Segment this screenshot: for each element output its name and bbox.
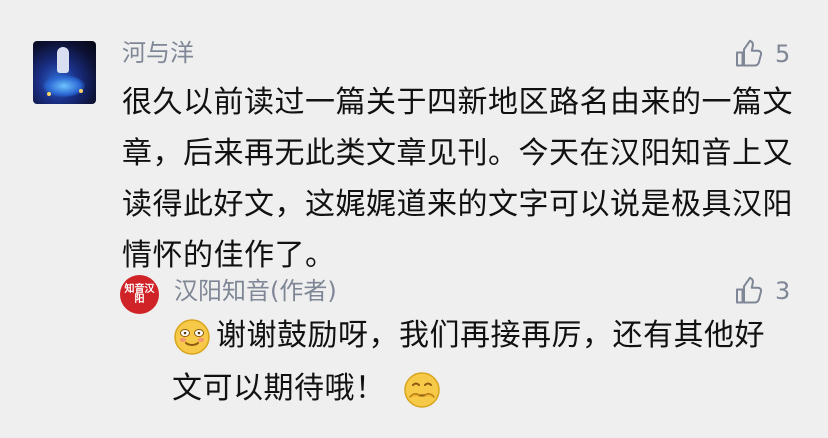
hugging-emoji-icon [402,370,442,410]
thumbs-up-icon [733,39,765,69]
reply-like-button[interactable]: 3 [733,276,790,306]
reply-text-block: 谢谢鼓励呀，我们再接再厉，还有其他好文可以期待哦！ [172,309,782,415]
author-logo-avatar[interactable]: 知音汉阳 [120,275,159,314]
comment-text: 很久以前读过一篇关于四新地区路名由来的一篇文章，后来再无此类文章见刊。今天在汉阳… [122,85,793,273]
like-count: 5 [775,40,791,68]
thumbs-up-icon [733,276,765,306]
avatar-spark [47,92,51,96]
reply-author-name[interactable]: 汉阳知音(作者) [174,276,337,306]
comment-author-name[interactable]: 河与洋 [122,38,194,68]
avatar-spark [79,89,83,93]
like-button[interactable]: 5 [733,39,790,69]
avatar[interactable] [33,41,96,104]
blush-emoji-icon [172,317,212,357]
reply-text: 谢谢鼓励呀，我们再接再厉，还有其他好文可以期待哦！ [172,318,765,406]
logo-text: 知音汉阳 [124,283,155,305]
avatar-figure [57,47,69,73]
comment-thread: 河与洋 5 很久以前读过一篇关于四新地区路名由来的一篇文章，后来再无此类文章见刊… [0,0,828,438]
reply-like-count: 3 [775,277,791,305]
